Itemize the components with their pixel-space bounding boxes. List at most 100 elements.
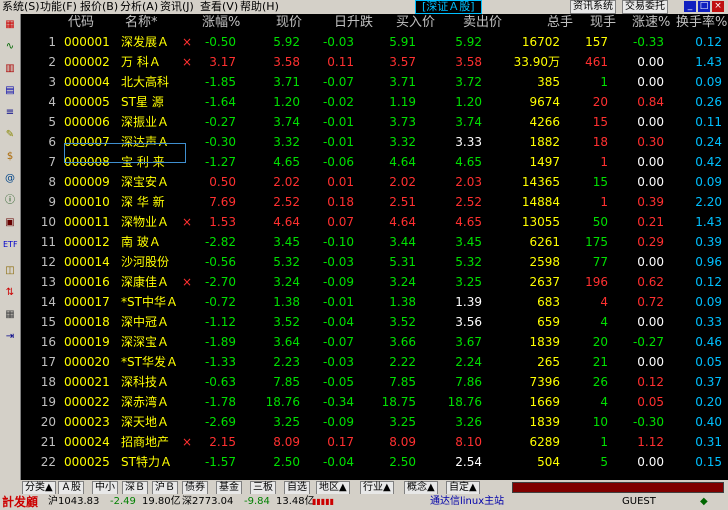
analysis-icon[interactable]: ▤ xyxy=(3,84,17,98)
daily-change: -0.01 xyxy=(322,115,354,129)
news-system-button[interactable]: 资讯系统 xyxy=(570,0,616,14)
header-code[interactable]: 代码 xyxy=(68,14,94,32)
current-volume: 196 xyxy=(585,275,608,289)
menu-help[interactable]: 帮助(H) xyxy=(240,0,279,14)
header-speed[interactable]: 涨速% xyxy=(632,14,670,32)
quote-icon[interactable]: ▦ xyxy=(3,18,17,32)
tab-2[interactable]: 中小 xyxy=(92,481,118,495)
sz-amount: 13.48亿 xyxy=(276,496,315,507)
header-volume[interactable]: 总手 xyxy=(547,14,573,32)
header-turnover[interactable]: 换手率% xyxy=(676,14,727,32)
row-index: 4 xyxy=(48,95,56,109)
tab-7[interactable]: 三板 xyxy=(250,481,276,495)
change-percent: -0.63 xyxy=(204,375,236,389)
current-price: 3.52 xyxy=(273,315,300,329)
current-price: 1.20 xyxy=(273,95,300,109)
header-pct[interactable]: 涨幅% xyxy=(202,14,240,32)
total-volume: 6261 xyxy=(529,235,560,249)
table-row[interactable]: 10 000011 深物业Ａ × 1.53 4.64 0.07 4.64 4.65 13055 50… xyxy=(20,212,728,232)
tab-8[interactable]: 自选 xyxy=(284,481,310,495)
table-row[interactable]: 8 000009 深宝安Ａ 0.50 2.02 0.01 2.02 2.03 14365 15 0.… xyxy=(20,172,728,192)
close-icon[interactable]: × xyxy=(712,1,724,12)
tab-3[interactable]: 深Ｂ xyxy=(122,481,148,495)
current-volume: 1 xyxy=(600,195,608,209)
etf-icon[interactable]: ETF xyxy=(3,238,18,252)
menu-info[interactable]: 资讯(J) xyxy=(160,0,194,14)
arrows-icon[interactable]: ⇅ xyxy=(3,286,17,300)
horizontal-scrollbar[interactable] xyxy=(512,482,724,493)
header-buy[interactable]: 买入价 xyxy=(396,14,435,32)
bid-price: 3.32 xyxy=(389,135,416,149)
chart-icon[interactable]: ∿ xyxy=(3,40,17,54)
tab-12[interactable]: 自定▲ xyxy=(446,481,480,495)
turnover-rate: 0.09 xyxy=(695,295,722,309)
menu-function[interactable]: 功能(F) xyxy=(40,0,77,14)
menu-view[interactable]: 查看(V) xyxy=(200,0,238,14)
info-icon[interactable]: ⓘ xyxy=(3,194,17,208)
table-row[interactable]: 19 000022 深赤湾Ａ -1.78 18.76 -0.34 18.75 18.76 166… xyxy=(20,392,728,412)
table-row[interactable]: 22 000025 ST特力Ａ -1.57 2.50 -0.04 2.50 2.54 504 5 0… xyxy=(20,452,728,472)
change-percent: -0.30 xyxy=(204,135,236,149)
ask-price: 3.72 xyxy=(455,75,482,89)
header-sell[interactable]: 卖出价 xyxy=(463,14,502,32)
tab-10[interactable]: 行业▲ xyxy=(360,481,394,495)
bid-price: 3.52 xyxy=(389,315,416,329)
turnover-rate: 0.12 xyxy=(695,275,722,289)
cube-icon[interactable]: ◫ xyxy=(3,264,17,278)
table-row[interactable]: 15 000018 深中冠Ａ -1.12 3.52 -0.04 3.52 3.56 659 4 0.… xyxy=(20,312,728,332)
notebook-icon[interactable]: ✎ xyxy=(3,128,17,142)
grid-icon[interactable]: ▦ xyxy=(3,308,17,322)
turnover-rate: 1.43 xyxy=(695,215,722,229)
category-tabs: 分类▲ Ａ股 中小 深Ｂ 沪Ｂ 债券 基金 三板 自选 地区▲ 行业▲ 概念▲ 自定▲ xyxy=(20,480,728,495)
header-name[interactable]: 名称* xyxy=(125,14,158,32)
header-current[interactable]: 现手 xyxy=(590,14,616,32)
maximize-icon[interactable]: □ xyxy=(698,1,710,12)
table-row[interactable]: 9 000010 深 华 新 7.69 2.52 0.18 2.51 2.52 14884 1 0.… xyxy=(20,192,728,212)
table-row[interactable]: 2 000002 万 科Ａ × 3.17 3.58 0.11 3.57 3.58 33.90万 46… xyxy=(20,52,728,72)
turnover-rate: 0.12 xyxy=(695,35,722,49)
table-row[interactable]: 13 000016 深康佳Ａ × -2.70 3.24 -0.09 3.24 3.25 2637 1… xyxy=(20,272,728,292)
table-row[interactable]: 20 000023 深天地Ａ -2.69 3.25 -0.09 3.25 3.26 1839 10… xyxy=(20,412,728,432)
tab-6[interactable]: 基金 xyxy=(216,481,242,495)
trade-order-button[interactable]: 交易委托 xyxy=(622,0,668,14)
table-row[interactable]: 12 000014 沙河股份 -0.56 5.32 -0.03 5.31 5.32 2598 77… xyxy=(20,252,728,272)
turnover-rate: 0.20 xyxy=(695,395,722,409)
table-row[interactable]: 3 000004 北大高科 -1.85 3.71 -0.07 3.71 3.72 385 1 0.0… xyxy=(20,72,728,92)
table-row[interactable]: 6 000007 深达声Ａ -0.30 3.32 -0.01 3.32 3.33 1882 18 0… xyxy=(20,132,728,152)
table-row[interactable]: 18 000021 深科技Ａ -0.63 7.85 -0.05 7.85 7.86 7396 26… xyxy=(20,372,728,392)
menu-quote[interactable]: 报价(B) xyxy=(80,0,118,14)
menu-analysis[interactable]: 分析(A) xyxy=(120,0,158,14)
table-row[interactable]: 5 000006 深振业Ａ -0.27 3.74 -0.01 3.73 3.74 4266 15 0… xyxy=(20,112,728,132)
table-row[interactable]: 11 000012 南 玻Ａ -2.82 3.45 -0.10 3.44 3.45 6261 17… xyxy=(20,232,728,252)
kline-icon[interactable]: ▥ xyxy=(3,62,17,76)
table-row[interactable]: 16 000019 深深宝Ａ -1.89 3.64 -0.07 3.66 3.67 1839 20… xyxy=(20,332,728,352)
bid-price: 1.38 xyxy=(389,295,416,309)
minimize-icon[interactable]: _ xyxy=(684,1,696,12)
table-row[interactable]: 14 000017 *ST中华Ａ -0.72 1.38 -0.01 1.38 1.39 683 4… xyxy=(20,292,728,312)
row-index: 2 xyxy=(48,55,56,69)
header-daily[interactable]: 日升跌 xyxy=(334,14,373,32)
list-icon[interactable]: ≡ xyxy=(3,106,17,120)
table-row[interactable]: 1 000001 深发展Ａ × -0.50 5.92 -0.03 5.91 5.92 16702 1… xyxy=(20,32,728,52)
market-title: [深证Ａ股] xyxy=(415,0,482,14)
menu-system[interactable]: 系统(S) xyxy=(2,0,40,14)
tab-11[interactable]: 概念▲ xyxy=(404,481,438,495)
table-row[interactable]: 7 000008 宝 利 来 -1.27 4.65 -0.06 4.64 4.65 1497 1 0… xyxy=(20,152,728,172)
table-row[interactable]: 17 000020 *ST华发Ａ -1.33 2.23 -0.03 2.22 2.24 265 2… xyxy=(20,352,728,372)
tab-9[interactable]: 地区▲ xyxy=(316,481,350,495)
tab-5[interactable]: 债券 xyxy=(182,481,208,495)
tab-1[interactable]: Ａ股 xyxy=(58,481,84,495)
calendar-icon[interactable]: ▣ xyxy=(3,216,17,230)
turnover-rate: 0.24 xyxy=(695,135,722,149)
tab-4[interactable]: 沪Ｂ xyxy=(152,481,178,495)
tab-0[interactable]: 分类▲ xyxy=(22,481,56,495)
money-icon[interactable]: $ xyxy=(3,150,17,164)
current-price: 18.76 xyxy=(265,395,300,409)
header-price[interactable]: 现价 xyxy=(276,14,302,32)
table-row[interactable]: 4 000005 ST星 源 -1.64 1.20 -0.02 1.19 1.20 9674 20… xyxy=(20,92,728,112)
daily-change: -0.03 xyxy=(322,35,354,49)
logout-icon[interactable]: ⇥ xyxy=(3,330,17,344)
current-volume: 20 xyxy=(592,335,608,349)
email-icon[interactable]: @ xyxy=(3,172,17,186)
table-row[interactable]: 21 000024 招商地产 × 2.15 8.09 0.17 8.09 8.10 6289 1 1.… xyxy=(20,432,728,452)
